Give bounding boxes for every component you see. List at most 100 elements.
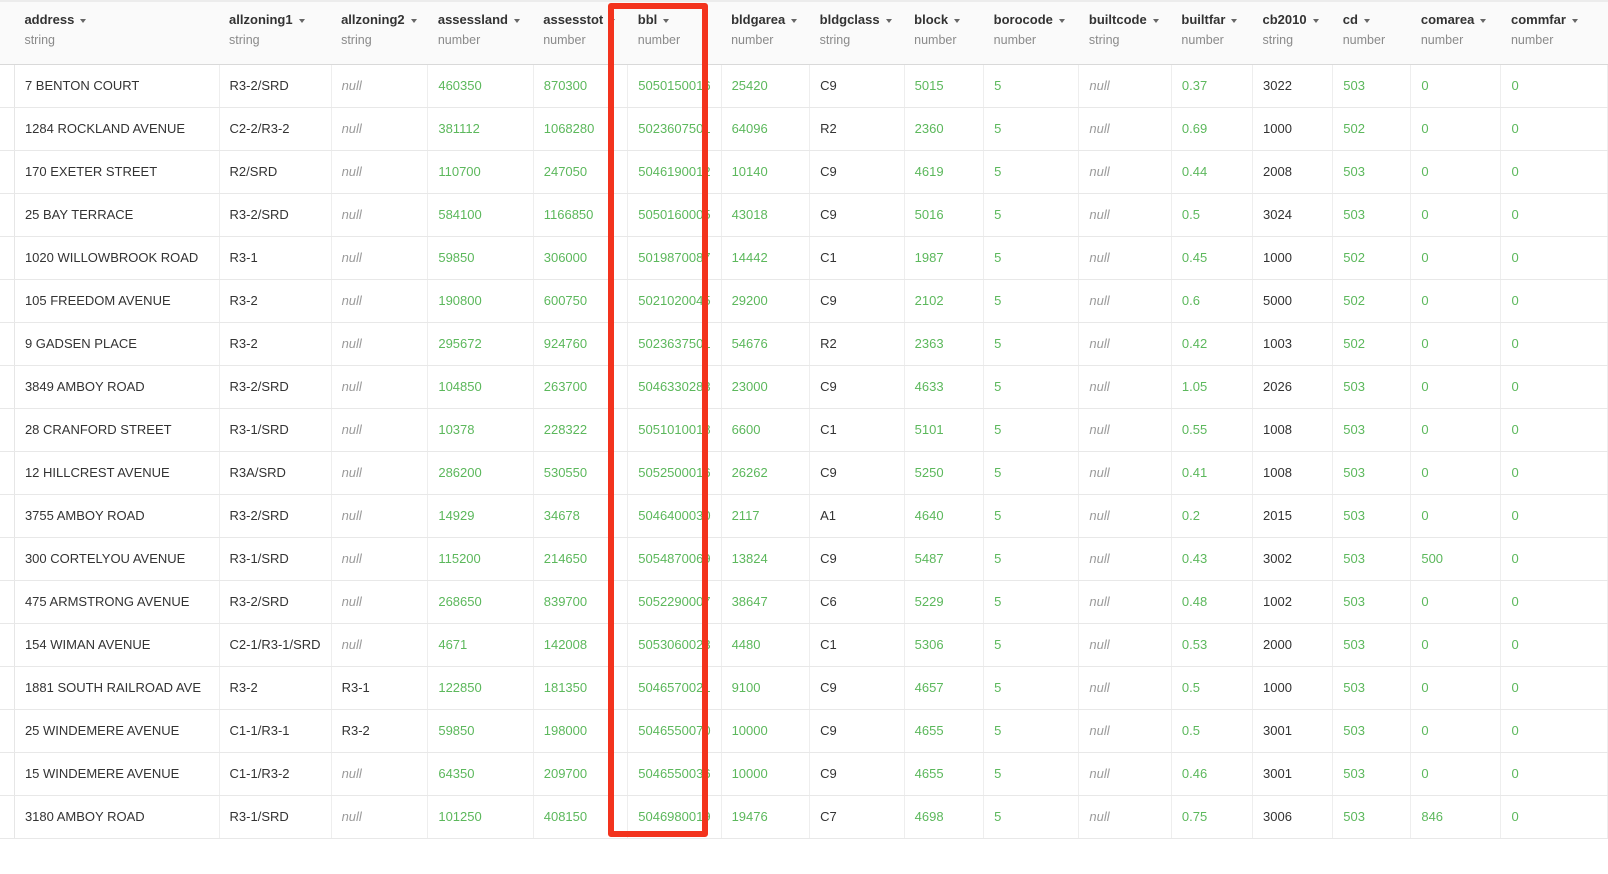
cell-cd[interactable]: 503: [1332, 408, 1412, 452]
cell-cd[interactable]: 503: [1332, 494, 1412, 538]
cell-commfar[interactable]: 0: [1500, 150, 1608, 194]
cell-allzoning1[interactable]: R3-1/SRD: [219, 408, 332, 452]
cell-bbl[interactable]: 5023607501: [627, 107, 722, 151]
cell-bldgarea[interactable]: 19476: [721, 795, 811, 839]
cell-bldgclass[interactable]: C9: [809, 193, 905, 237]
cell-assesstot[interactable]: 228322: [533, 408, 629, 452]
cell-cb2010[interactable]: 2000: [1252, 623, 1334, 667]
cell-bbl[interactable]: 5051010018: [627, 408, 722, 452]
cell-assessland[interactable]: 59850: [427, 236, 534, 280]
cell-cd[interactable]: 503: [1332, 150, 1412, 194]
cell-allzoning2[interactable]: null: [331, 64, 429, 108]
cell-bbl[interactable]: 5054870069: [627, 537, 722, 581]
cell-commfar[interactable]: 0: [1500, 494, 1608, 538]
table-row[interactable]: 3755 AMBOY ROAD R3-2/SRD null 14929 34678 504…: [0, 494, 1608, 538]
cell-allzoning1[interactable]: R3-2/SRD: [219, 365, 332, 409]
cell-cb2010[interactable]: 3001: [1252, 752, 1334, 796]
cell-assessland[interactable]: 14929: [427, 494, 534, 538]
cell-bldgarea[interactable]: 43018: [721, 193, 811, 237]
column-name[interactable]: assesstot: [543, 12, 618, 28]
cell-bldgclass[interactable]: C9: [809, 666, 905, 710]
column-header-bldgclass[interactable]: bldgclass string: [809, 0, 905, 65]
cell-cb2010[interactable]: 1003: [1252, 322, 1334, 366]
cell-cb2010[interactable]: 1000: [1252, 107, 1334, 151]
cell-address[interactable]: 105 FREEDOM AVENUE: [14, 279, 220, 323]
cell-comarea[interactable]: 0: [1410, 279, 1502, 323]
cell-bbl[interactable]: 5046980019: [627, 795, 722, 839]
cell-block[interactable]: 4698: [904, 795, 985, 839]
cell-block[interactable]: 5229: [904, 580, 985, 624]
cell-allzoning1[interactable]: R3-1/SRD: [219, 537, 332, 581]
sort-caret-icon[interactable]: [885, 18, 892, 23]
cell-borocode[interactable]: 5: [983, 408, 1080, 452]
column-name[interactable]: bldgarea: [731, 12, 800, 28]
cell-bbl[interactable]: 5021020045: [627, 279, 722, 323]
column-header-assesstot[interactable]: assesstot number: [533, 0, 628, 65]
sort-caret-icon[interactable]: [1363, 18, 1370, 23]
cell-cb2010[interactable]: 1008: [1252, 408, 1334, 452]
cell-cb2010[interactable]: 1002: [1252, 580, 1334, 624]
cell-bldgclass[interactable]: A1: [809, 494, 905, 538]
cell-cb2010[interactable]: 1008: [1252, 451, 1334, 495]
cell-bldgarea[interactable]: 2117: [721, 494, 811, 538]
cell-builtcode[interactable]: null: [1078, 322, 1172, 366]
cell-borocode[interactable]: 5: [983, 537, 1080, 581]
cell-block[interactable]: 4657: [904, 666, 985, 710]
cell-bbl[interactable]: 5023637501: [627, 322, 722, 366]
table-row[interactable]: 1020 WILLOWBROOK ROAD R3-1 null 59850 306000…: [0, 236, 1608, 280]
cell-assessland[interactable]: 460350: [427, 64, 534, 108]
table-row[interactable]: 1284 ROCKLAND AVENUE C2-2/R3-2 null 381112 1…: [0, 107, 1608, 151]
cell-assesstot[interactable]: 924760: [533, 322, 629, 366]
cell-comarea[interactable]: 0: [1410, 107, 1502, 151]
cell-bldgarea[interactable]: 13824: [721, 537, 811, 581]
cell-comarea[interactable]: 0: [1410, 623, 1502, 667]
cell-builtfar[interactable]: 0.69: [1171, 107, 1254, 151]
cell-bldgarea[interactable]: 25420: [721, 64, 811, 108]
sort-caret-icon[interactable]: [298, 18, 305, 23]
cell-assessland[interactable]: 4671: [427, 623, 534, 667]
cell-cd[interactable]: 502: [1332, 236, 1412, 280]
cell-bldgclass[interactable]: C9: [809, 752, 905, 796]
cell-builtcode[interactable]: null: [1078, 451, 1172, 495]
cell-assesstot[interactable]: 214650: [533, 537, 629, 581]
cell-cd[interactable]: 503: [1332, 709, 1412, 753]
cell-block[interactable]: 5487: [904, 537, 985, 581]
cell-assessland[interactable]: 10378: [427, 408, 534, 452]
table-row[interactable]: 25 BAY TERRACE R3-2/SRD null 584100 1166850 5…: [0, 193, 1608, 237]
cell-allzoning2[interactable]: null: [331, 752, 429, 796]
column-name[interactable]: bldgclass: [820, 12, 895, 28]
cell-borocode[interactable]: 5: [983, 365, 1080, 409]
cell-allzoning1[interactable]: R3-2: [219, 322, 332, 366]
cell-commfar[interactable]: 0: [1500, 709, 1608, 753]
cell-builtfar[interactable]: 0.41: [1171, 451, 1254, 495]
cell-address[interactable]: 25 WINDEMERE AVENUE: [14, 709, 220, 753]
column-name[interactable]: builtcode: [1089, 12, 1162, 28]
cell-cb2010[interactable]: 1000: [1252, 666, 1334, 710]
column-name[interactable]: comarea: [1421, 12, 1491, 28]
cell-bbl[interactable]: 5019870087: [627, 236, 722, 280]
cell-block[interactable]: 4655: [904, 752, 985, 796]
cell-builtfar[interactable]: 0.2: [1171, 494, 1254, 538]
sort-caret-icon[interactable]: [1058, 18, 1065, 23]
table-row[interactable]: 9 GADSEN PLACE R3-2 null 295672 924760 502363…: [0, 322, 1608, 366]
cell-builtcode[interactable]: null: [1078, 580, 1172, 624]
cell-bldgclass[interactable]: C9: [809, 365, 905, 409]
cell-builtfar[interactable]: 0.5: [1171, 709, 1254, 753]
cell-assessland[interactable]: 115200: [427, 537, 534, 581]
cell-bldgclass[interactable]: R2: [809, 107, 905, 151]
cell-address[interactable]: 1020 WILLOWBROOK ROAD: [14, 236, 220, 280]
cell-bldgarea[interactable]: 64096: [721, 107, 811, 151]
cell-allzoning2[interactable]: R3-2: [331, 709, 429, 753]
cell-assesstot[interactable]: 530550: [533, 451, 629, 495]
sort-caret-icon[interactable]: [410, 18, 417, 23]
cell-allzoning1[interactable]: R2/SRD: [219, 150, 332, 194]
cell-address[interactable]: 170 EXETER STREET: [14, 150, 220, 194]
column-name[interactable]: address: [24, 12, 209, 28]
sort-caret-icon[interactable]: [663, 18, 670, 23]
cell-builtcode[interactable]: null: [1078, 365, 1172, 409]
column-header-cb2010[interactable]: cb2010 string: [1252, 0, 1333, 65]
cell-builtfar[interactable]: 0.6: [1171, 279, 1254, 323]
cell-allzoning1[interactable]: C1-1/R3-1: [219, 709, 332, 753]
column-header-bbl[interactable]: bbl number: [627, 0, 722, 65]
column-name[interactable]: commfar: [1511, 12, 1598, 28]
